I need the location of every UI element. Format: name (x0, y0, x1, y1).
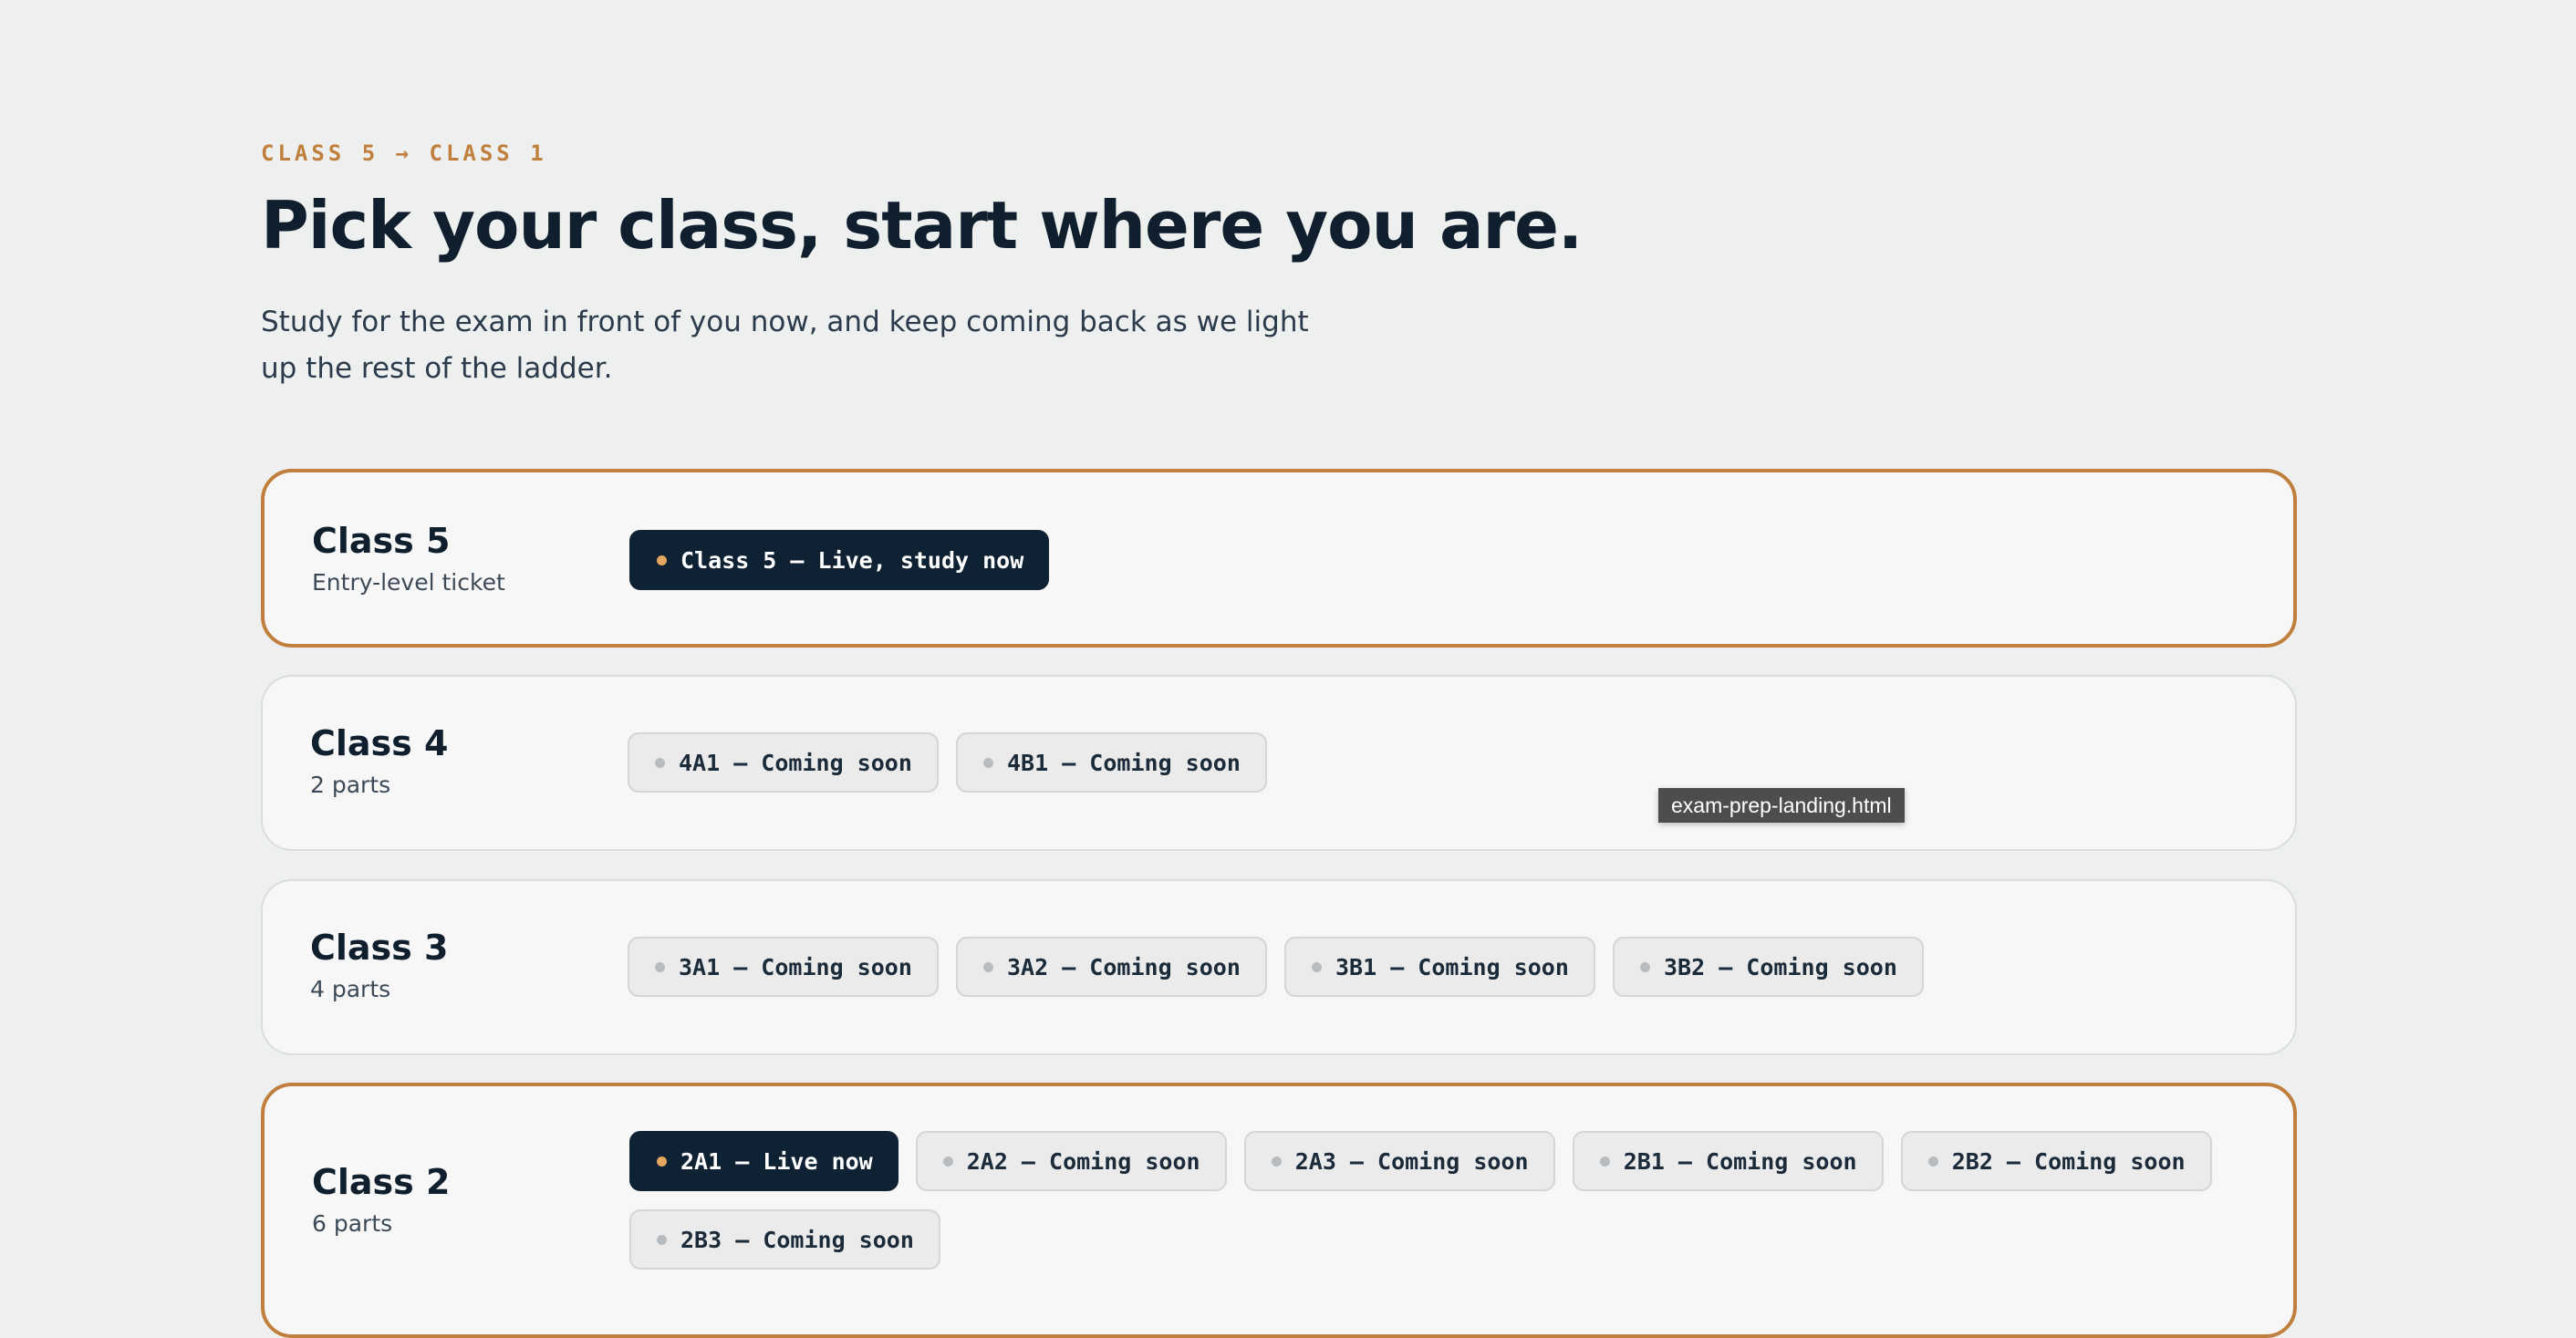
class-card-5: Class 5 Entry-level ticket Class 5 — Liv… (261, 469, 2297, 648)
class-title: Class 5 (312, 521, 451, 561)
pending-dot-icon (983, 757, 993, 768)
exam-chip-2a1[interactable]: 2A1 — Live now (629, 1131, 898, 1191)
exam-chip-label: 3A1 — Coming soon (679, 953, 912, 980)
exam-chip-label: Class 5 — Live, study now (680, 546, 1024, 574)
class-title: Class 3 (310, 928, 449, 968)
page-subtitle: Study for the exam in front of you now, … (261, 306, 1309, 385)
eyebrow-label: CLASS 5 → CLASS 1 (261, 140, 547, 166)
pending-dot-icon (1271, 1156, 1282, 1167)
exam-chip-label: 4A1 — Coming soon (679, 749, 912, 776)
exam-chip-3a2[interactable]: 3A2 — Coming soon (956, 937, 1267, 997)
exam-chip-4b1[interactable]: 4B1 — Coming soon (956, 732, 1267, 793)
pending-dot-icon (1599, 1156, 1610, 1167)
exam-chip-label: 2B3 — Coming soon (680, 1226, 914, 1253)
class-card-header: Class 2 6 parts (312, 1161, 450, 1237)
pending-dot-icon (655, 961, 665, 972)
exam-chip-2b3[interactable]: 2B3 — Coming soon (629, 1209, 940, 1270)
class-card-2: Class 2 6 parts 2A1 — Live now 2A2 — Com… (261, 1083, 2297, 1338)
exam-chip-2b2[interactable]: 2B2 — Coming soon (1900, 1131, 2212, 1191)
exam-chip-label: 2A2 — Coming soon (966, 1147, 1200, 1175)
exam-chip-2a3[interactable]: 2A3 — Coming soon (1243, 1131, 1555, 1191)
exam-chip-list: 2A1 — Live now 2A2 — Coming soon 2A3 — C… (629, 1131, 2262, 1270)
exam-chip-label: 3B2 — Coming soon (1664, 953, 1897, 980)
exam-chip-label: 4B1 — Coming soon (1007, 749, 1241, 776)
filename-tooltip: exam-prep-landing.html (1658, 788, 1905, 823)
class-card-4: Class 4 2 parts 4A1 — Coming soon 4B1 — … (261, 675, 2297, 851)
class-title: Class 2 (312, 1162, 451, 1202)
live-dot-icon (657, 555, 667, 565)
exam-chip-label: 2A1 — Live now (680, 1147, 873, 1175)
class-title: Class 4 (310, 723, 449, 763)
pending-dot-icon (1927, 1156, 1938, 1167)
pending-dot-icon (1640, 961, 1650, 972)
exam-chip-3a1[interactable]: 3A1 — Coming soon (628, 937, 939, 997)
class-card-header: Class 5 Entry-level ticket (312, 520, 505, 596)
exam-chip-label: 3A2 — Coming soon (1007, 953, 1241, 980)
exam-chip-label: 2B2 — Coming soon (1951, 1147, 2186, 1175)
exam-chip-class-5[interactable]: Class 5 — Live, study now (629, 530, 1050, 590)
exam-chip-label: 2B1 — Coming soon (1623, 1147, 1857, 1175)
exam-chip-label: 2A3 — Coming soon (1294, 1147, 1529, 1175)
exam-chip-2a2[interactable]: 2A2 — Coming soon (915, 1131, 1227, 1191)
pending-dot-icon (983, 961, 993, 972)
exam-chip-2b1[interactable]: 2B1 — Coming soon (1572, 1131, 1884, 1191)
exam-chip-label: 3B1 — Coming soon (1335, 953, 1569, 980)
class-subtitle: 4 parts (310, 976, 391, 1002)
pending-dot-icon (1312, 961, 1322, 972)
live-dot-icon (657, 1156, 667, 1167)
class-subtitle: Entry-level ticket (312, 569, 505, 596)
exam-chip-list: Class 5 — Live, study now (629, 530, 2262, 590)
exam-chip-4a1[interactable]: 4A1 — Coming soon (628, 732, 939, 793)
exam-chip-list: 4A1 — Coming soon 4B1 — Coming soon (628, 732, 2260, 793)
exam-chip-3b1[interactable]: 3B1 — Coming soon (1284, 937, 1595, 997)
pending-dot-icon (942, 1156, 953, 1167)
exam-chip-3b2[interactable]: 3B2 — Coming soon (1613, 937, 1924, 997)
class-card-3: Class 3 4 parts 3A1 — Coming soon 3A2 — … (261, 879, 2297, 1055)
pending-dot-icon (657, 1234, 667, 1245)
page-title: Pick your class, start where you are. (261, 187, 1583, 264)
class-card-header: Class 4 2 parts (310, 722, 448, 798)
pending-dot-icon (655, 757, 665, 768)
class-card-header: Class 3 4 parts (310, 927, 448, 1002)
class-subtitle: 6 parts (312, 1210, 393, 1237)
exam-chip-list: 3A1 — Coming soon 3A2 — Coming soon 3B1 … (628, 937, 2260, 997)
class-subtitle: 2 parts (310, 772, 391, 798)
